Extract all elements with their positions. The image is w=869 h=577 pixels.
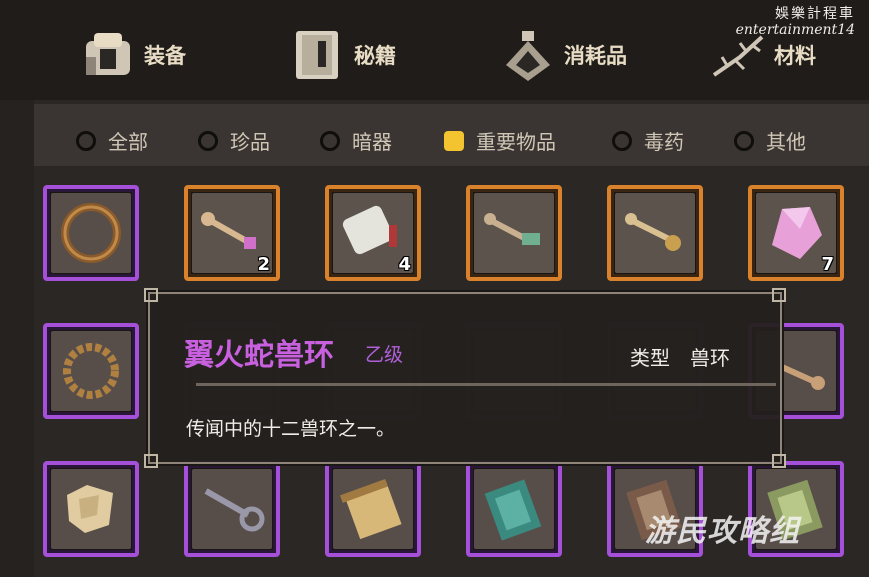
radio-icon xyxy=(320,130,340,151)
item-name: 翼火蛇兽环 xyxy=(184,338,334,373)
tab-consumables[interactable]: 消耗品 xyxy=(500,20,627,90)
tab-label: 材料 xyxy=(774,44,816,68)
filter-label: 毒药 xyxy=(644,130,684,154)
item-type-value: 兽环 xyxy=(690,346,730,370)
tooltip-corner xyxy=(772,454,786,468)
filter-label: 重要物品 xyxy=(476,130,556,154)
radio-icon xyxy=(612,130,632,151)
armor-icon xyxy=(80,27,136,83)
radio-icon xyxy=(76,130,96,151)
tab-manuals[interactable]: 秘籍 xyxy=(290,20,396,90)
inventory-slot[interactable] xyxy=(466,185,562,281)
tooltip-divider xyxy=(196,383,776,386)
filter-key-items[interactable]: 重要物品 xyxy=(444,126,556,155)
filter-other[interactable]: 其他 xyxy=(734,126,806,155)
inventory-slot[interactable]: 4 xyxy=(325,185,421,281)
inventory-slot[interactable] xyxy=(43,185,139,281)
item-count: 2 xyxy=(257,254,270,275)
radio-icon xyxy=(198,130,218,151)
item-count: 7 xyxy=(821,254,834,275)
watermark-english: entertainment14 xyxy=(735,22,855,38)
map-scrap-icon xyxy=(67,485,113,533)
watermark-chinese: 娛樂計程車 xyxy=(775,6,855,22)
tooltip-corner xyxy=(144,454,158,468)
scroll-icon xyxy=(340,478,402,540)
inventory-slot[interactable] xyxy=(466,461,562,557)
inventory-slot[interactable]: 7 xyxy=(748,185,844,281)
bottom-watermark: 游民攻略组 xyxy=(645,514,800,549)
filter-label: 暗器 xyxy=(352,130,392,154)
inventory-slot[interactable] xyxy=(43,461,139,557)
item-type-label: 类型 xyxy=(630,346,670,370)
item-description: 传闻中的十二兽环之一。 xyxy=(186,418,396,440)
radio-selected-icon xyxy=(444,130,464,151)
item-grade: 乙级 xyxy=(365,344,404,366)
tab-label: 消耗品 xyxy=(564,44,627,68)
tab-equipment[interactable]: 装备 xyxy=(80,20,186,90)
inventory-slot[interactable] xyxy=(607,185,703,281)
tooltip-corner xyxy=(772,288,786,302)
tab-label: 秘籍 xyxy=(354,44,396,68)
radio-icon xyxy=(734,130,754,151)
item-count: 4 xyxy=(398,254,411,275)
green-key-icon xyxy=(484,213,540,245)
filter-label: 全部 xyxy=(108,130,148,154)
filter-hidden-weapons[interactable]: 暗器 xyxy=(320,126,392,155)
inventory-slot[interactable] xyxy=(325,461,421,557)
filter-all[interactable]: 全部 xyxy=(76,126,148,155)
book-icon xyxy=(290,27,346,83)
bronze-ring-icon xyxy=(61,203,121,263)
inventory-slot[interactable]: 2 xyxy=(184,185,280,281)
gold-key-icon xyxy=(625,213,681,251)
tab-label: 装备 xyxy=(144,44,186,68)
filter-poisons[interactable]: 毒药 xyxy=(612,126,684,155)
top-watermark: 娛樂計程車 entertainment14 xyxy=(736,6,855,38)
serpent-ring-icon xyxy=(63,343,119,399)
teal-manual-icon xyxy=(484,479,542,541)
filter-label: 其他 xyxy=(766,130,806,154)
iron-key-icon xyxy=(204,488,265,532)
item-tooltip: 翼火蛇兽环 乙级 类型 兽环 传闻中的十二兽环之一。 xyxy=(144,288,786,468)
inventory-slot[interactable] xyxy=(43,323,139,419)
tooltip-corner xyxy=(144,288,158,302)
inventory-slot[interactable] xyxy=(184,461,280,557)
filter-label: 珍品 xyxy=(230,130,270,154)
filter-treasures[interactable]: 珍品 xyxy=(198,126,270,155)
potion-icon xyxy=(500,27,556,83)
